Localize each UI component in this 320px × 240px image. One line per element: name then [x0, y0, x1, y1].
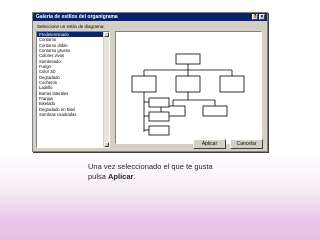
close-icon[interactable]: ×: [259, 14, 265, 20]
apply-button[interactable]: Aplicar: [193, 139, 226, 149]
caption-pulsa: pulsa: [88, 172, 109, 181]
org-chart-preview: [131, 53, 245, 136]
style-list-scrollbar[interactable]: [103, 32, 109, 147]
org-box-sub-left-3: [148, 125, 170, 136]
style-prompt-label: Seleccione un estilo de diagrama:: [37, 24, 105, 29]
org-box-left: [131, 75, 157, 93]
style-list[interactable]: Predeterminado Contorno Contorno doble Cont…: [36, 31, 110, 148]
org-box-sub-left-2: [148, 111, 170, 122]
caption-apply-word: Aplicar: [108, 172, 134, 181]
dialog-title: Galería de estilos del organigrama: [36, 14, 118, 20]
org-box-right: [219, 75, 245, 93]
style-preview-pane: [115, 31, 262, 144]
caption-line-2: pulsa Aplicar.: [88, 172, 213, 182]
style-list-item[interactable]: Sombras cuadradas: [37, 112, 109, 117]
dialog-titlebar: Galería de estilos del organigrama ? ×: [33, 13, 267, 21]
cancel-button[interactable]: Cancelar: [230, 139, 263, 149]
org-box-sub-center-right: [202, 105, 228, 117]
caption-line-1: Una vez seleccionado el que te gusta: [88, 162, 213, 171]
scroll-up-button[interactable]: [104, 32, 109, 37]
help-icon[interactable]: ?: [252, 14, 258, 20]
org-box-center: [175, 75, 201, 93]
caption-period: .: [133, 172, 136, 181]
org-box-top: [175, 53, 201, 65]
org-box-sub-left-1: [148, 97, 170, 108]
instruction-caption: Una vez seleccionado el que te gusta pul…: [88, 162, 213, 182]
scroll-down-button[interactable]: [104, 142, 109, 147]
org-chart-style-gallery-dialog: Galería de estilos del organigrama ? × S…: [32, 12, 268, 152]
